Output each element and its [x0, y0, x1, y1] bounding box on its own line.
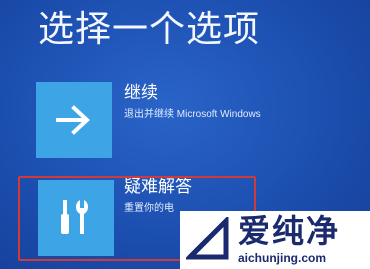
watermark-url: aichunjing.com — [238, 251, 327, 265]
option-continue-label: 继续 — [124, 83, 158, 103]
arrow-right-icon — [56, 105, 90, 135]
watermark-text: 爱纯净 — [238, 212, 341, 250]
watermark: 爱纯净 aichunjing.com — [180, 211, 370, 269]
watermark-logo-icon — [186, 217, 229, 260]
option-continue-description: 退出并继续 Microsoft Windows — [124, 109, 261, 120]
page-title: 选择一个选项 — [38, 9, 261, 50]
option-continue[interactable]: 继续 退出并继续 Microsoft Windows — [36, 82, 336, 166]
option-continue-tile[interactable] — [36, 82, 112, 158]
